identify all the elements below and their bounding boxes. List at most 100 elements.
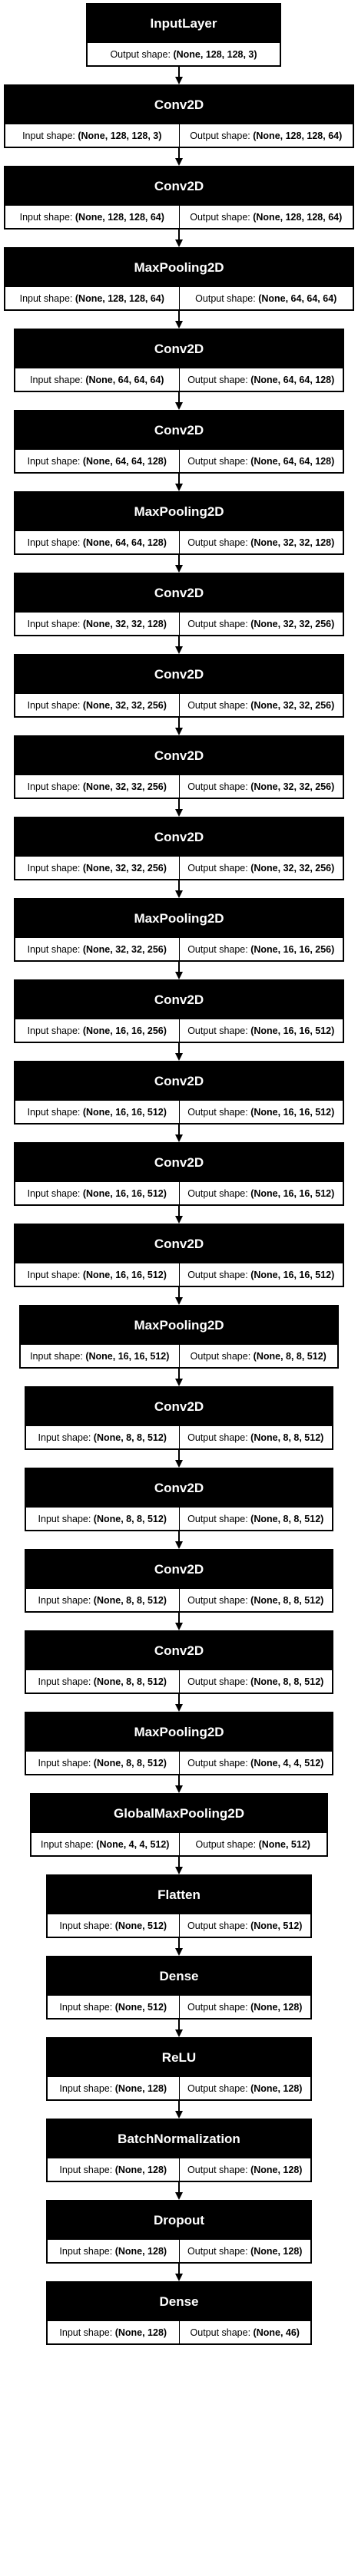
output-shape-cell-value: (None, 8, 8, 512) xyxy=(250,1432,324,1443)
output-shape-cell-label: Output shape: xyxy=(187,1676,251,1687)
output-shape-cell-label: Output shape: xyxy=(195,1839,259,1850)
layer-node-conv2-d: Conv2D Input shape: (None, 32, 32, 128) Ou… xyxy=(14,573,344,636)
layer-type-label: BatchNormalization xyxy=(48,2120,310,2158)
input-shape-cell-value: (None, 128, 128, 3) xyxy=(78,130,162,141)
arrowhead-icon xyxy=(175,646,183,654)
output-shape-cell-value: (None, 128) xyxy=(250,2083,303,2094)
layer-shape-row: Input shape: (None, 128) Output shape: (N… xyxy=(48,2077,310,2101)
input-shape-cell: Input shape: (None, 32, 32, 256) xyxy=(15,857,179,880)
layer-type-label: Conv2D xyxy=(26,1632,332,1670)
layer-shape-row: Input shape: (None, 64, 64, 64) Output sh… xyxy=(15,368,343,392)
input-shape-cell-label: Input shape: xyxy=(38,1432,94,1443)
layer-type-label: Conv2D xyxy=(5,86,353,124)
input-shape-cell: Input shape: (None, 512) xyxy=(48,1996,179,2020)
layer-shape-row: Input shape: (None, 512) Output shape: (N… xyxy=(48,1914,310,1938)
input-shape-cell-value: (None, 64, 64, 64) xyxy=(85,375,164,385)
output-shape-cell: Output shape: (None, 32, 32, 256) xyxy=(178,775,343,799)
input-shape-cell: Input shape: (None, 16, 16, 512) xyxy=(15,1263,179,1287)
output-shape-cell-value: (None, 8, 8, 512) xyxy=(250,1595,324,1606)
input-shape-cell-label: Input shape: xyxy=(27,1025,83,1036)
layer-node-re-lu: ReLU Input shape: (None, 128) Output shape… xyxy=(46,2037,312,2101)
arrowhead-icon xyxy=(175,1134,183,1142)
layer-shape-row: Input shape: (None, 16, 16, 256) Output s… xyxy=(15,1019,343,1043)
output-shape-cell-label: Output shape: xyxy=(187,537,251,548)
layer-shape-row: Input shape: (None, 16, 16, 512) Output s… xyxy=(15,1101,343,1125)
output-shape-cell-value: (None, 512) xyxy=(258,1839,310,1850)
output-shape-cell-value: (None, 512) xyxy=(250,1920,303,1931)
input-shape-cell-label: Input shape: xyxy=(38,1676,94,1687)
input-shape-cell: Input shape: (None, 64, 64, 128) xyxy=(15,531,179,555)
layer-node-conv2-d: Conv2D Input shape: (None, 8, 8, 512) Outp… xyxy=(25,1630,333,1694)
layer-node-batch-normalization: BatchNormalization Input shape: (None, 12… xyxy=(46,2119,312,2182)
layer-node-conv2-d: Conv2D Input shape: (None, 64, 64, 64) Out… xyxy=(14,329,344,392)
layer-node-max-pooling2-d: MaxPooling2D Input shape: (None, 128, 128… xyxy=(4,247,354,311)
arrowhead-icon xyxy=(175,2192,183,2200)
arrowhead-icon xyxy=(175,402,183,410)
output-shape-cell-value: (None, 32, 32, 256) xyxy=(250,619,335,629)
layer-type-label: Conv2D xyxy=(15,1144,343,1182)
input-shape-cell-label: Input shape: xyxy=(27,619,83,629)
arrowhead-icon xyxy=(175,239,183,247)
output-shape-cell-label: Output shape: xyxy=(190,1351,254,1362)
input-shape-cell-label: Input shape: xyxy=(59,2083,115,2094)
layer-node-conv2-d: Conv2D Input shape: (None, 8, 8, 512) Outp… xyxy=(25,1468,333,1531)
output-shape-cell: Output shape: (None, 16, 16, 512) xyxy=(178,1263,343,1287)
input-shape-cell-label: Input shape: xyxy=(38,1758,94,1769)
layer-node-max-pooling2-d: MaxPooling2D Input shape: (None, 8, 8, 51… xyxy=(25,1712,333,1775)
arrowhead-icon xyxy=(175,1541,183,1549)
arrowhead-icon xyxy=(175,1785,183,1793)
arrowhead-icon xyxy=(175,972,183,979)
layer-node-input-layer: InputLayer Output shape: (None, 128, 128,… xyxy=(86,3,281,67)
layer-shape-row: Input shape: (None, 128) Output shape: (N… xyxy=(48,2321,310,2345)
layer-type-label: MaxPooling2D xyxy=(26,1713,332,1752)
output-shape-cell-value: (None, 16, 16, 512) xyxy=(250,1025,335,1036)
output-shape-cell: Output shape: (None, 128) xyxy=(178,2240,311,2264)
arrowhead-icon xyxy=(175,1297,183,1305)
input-shape-cell-value: (None, 8, 8, 512) xyxy=(93,1432,167,1443)
input-shape-cell-label: Input shape: xyxy=(59,2327,115,2338)
arrowhead-icon xyxy=(175,77,183,84)
layer-type-label: MaxPooling2D xyxy=(15,900,343,938)
layer-shape-row: Output shape: (None, 128, 128, 3) xyxy=(88,43,280,67)
layer-type-label: Conv2D xyxy=(15,818,343,857)
layer-type-label: MaxPooling2D xyxy=(21,1306,337,1345)
input-shape-cell-label: Input shape: xyxy=(59,2246,115,2257)
output-shape-cell-label: Output shape: xyxy=(187,1107,251,1118)
layer-node-dense: Dense Input shape: (None, 128) Output shap… xyxy=(46,2281,312,2345)
input-shape-cell: Input shape: (None, 8, 8, 512) xyxy=(26,1752,179,1775)
input-shape-cell-value: (None, 16, 16, 512) xyxy=(82,1270,167,1280)
input-shape-cell: Input shape: (None, 128) xyxy=(48,2077,179,2101)
input-shape-cell: Input shape: (None, 128) xyxy=(48,2321,179,2345)
input-shape-cell-label: Input shape: xyxy=(19,212,75,223)
input-shape-cell-value: (None, 32, 32, 256) xyxy=(82,700,167,711)
input-shape-cell-value: (None, 32, 32, 256) xyxy=(82,944,167,955)
output-shape-cell-value: (None, 16, 16, 512) xyxy=(250,1188,335,1199)
layer-node-flatten: Flatten Input shape: (None, 512) Output sh… xyxy=(46,1874,312,1938)
output-shape-cell: Output shape: (None, 128) xyxy=(178,2077,311,2101)
arrowhead-icon xyxy=(175,2029,183,2037)
input-shape-cell-value: (None, 64, 64, 128) xyxy=(82,456,167,467)
input-shape-cell: Input shape: (None, 8, 8, 512) xyxy=(26,1589,179,1613)
layer-type-label: GlobalMaxPooling2D xyxy=(31,1795,327,1833)
output-shape-cell-label: Output shape: xyxy=(110,49,174,60)
arrowhead-icon xyxy=(175,565,183,573)
input-shape-cell: Input shape: (None, 128, 128, 3) xyxy=(5,124,179,148)
input-shape-cell: Input shape: (None, 64, 64, 64) xyxy=(15,368,179,392)
input-shape-cell-value: (None, 128) xyxy=(114,2165,167,2175)
output-shape-cell-label: Output shape: xyxy=(187,863,251,874)
input-shape-cell-value: (None, 512) xyxy=(114,1920,167,1931)
arrowhead-icon xyxy=(175,1948,183,1956)
output-shape-cell: Output shape: (None, 32, 32, 256) xyxy=(178,857,343,880)
arrowhead-icon xyxy=(175,2111,183,2119)
layer-shape-row: Input shape: (None, 32, 32, 256) Output s… xyxy=(15,694,343,718)
layer-node-conv2-d: Conv2D Input shape: (None, 128, 128, 64) O… xyxy=(4,166,354,230)
layer-shape-row: Input shape: (None, 16, 16, 512) Output s… xyxy=(15,1182,343,1206)
layer-shape-row: Input shape: (None, 64, 64, 128) Output s… xyxy=(15,450,343,474)
output-shape-cell-label: Output shape: xyxy=(187,1188,251,1199)
layer-type-label: Dense xyxy=(48,1957,310,1996)
input-shape-cell: Input shape: (None, 16, 16, 256) xyxy=(15,1019,179,1043)
layer-node-conv2-d: Conv2D Input shape: (None, 32, 32, 256) Ou… xyxy=(14,817,344,880)
layer-type-label: Conv2D xyxy=(15,981,343,1019)
layer-node-conv2-d: Conv2D Input shape: (None, 128, 128, 3) Ou… xyxy=(4,84,354,148)
input-shape-cell: Input shape: (None, 8, 8, 512) xyxy=(26,1670,179,1694)
